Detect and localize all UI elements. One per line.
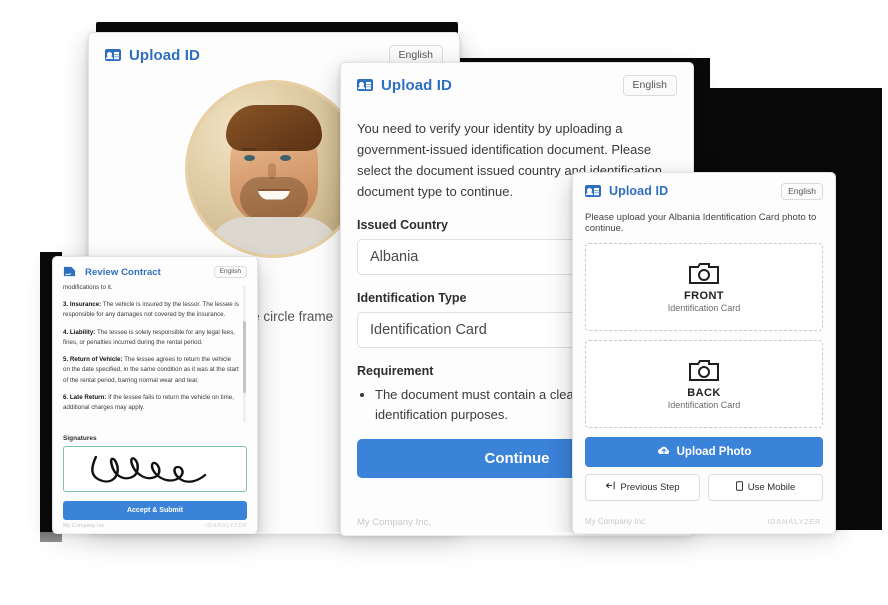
review-contract-card: Review Contract English modifications to…: [52, 256, 258, 534]
previous-step-icon: [605, 481, 616, 493]
card-body: modifications to it. 3. Insurance: The v…: [53, 283, 257, 520]
page-title: Upload ID: [129, 46, 200, 64]
card-header: Upload ID English: [341, 63, 693, 106]
accept-submit-button[interactable]: Accept & Submit: [63, 501, 247, 520]
brand: Upload ID: [357, 77, 452, 94]
mobile-phone-icon: [735, 480, 743, 494]
footer-watermark: IDANALYZER: [206, 523, 247, 529]
reflection-fade: [0, 532, 888, 605]
upload-photo-button[interactable]: Upload Photo: [585, 436, 823, 467]
dropzone-title: BACK: [687, 386, 721, 399]
page-title: Upload ID: [609, 184, 669, 199]
language-button[interactable]: English: [781, 183, 823, 200]
camera-icon: [689, 358, 719, 382]
camera-icon: [689, 261, 719, 285]
footer-company: My Company Inc.: [63, 523, 106, 529]
card-body: Please upload your Albania Identificatio…: [573, 212, 835, 501]
contract-icon: [63, 265, 77, 279]
contract-paragraph: 5. Return of Vehicle: The lessee agrees …: [63, 356, 239, 384]
reflection-strip: Signatures Accept & Submit My Company In…: [0, 532, 888, 605]
dropzone-subtitle: Identification Card: [667, 302, 741, 313]
page-title: Upload ID: [381, 76, 452, 94]
scrollbar-thumb[interactable]: [243, 321, 246, 393]
brand: Upload ID: [105, 47, 200, 64]
scrollbar[interactable]: [243, 285, 246, 423]
contract-paragraph: modifications to it.: [63, 284, 113, 291]
page-title: Review Contract: [85, 266, 161, 278]
upload-instruction: Please upload your Albania Identificatio…: [585, 211, 817, 234]
screenshot-stage: Upload ID English Scan Face: [0, 0, 888, 605]
signature-label: Signatures: [63, 435, 97, 442]
footer-watermark: IDANALYZER: [767, 517, 821, 526]
brand: Upload ID: [585, 184, 668, 198]
card-header: Review Contract English: [53, 257, 257, 283]
id-card-icon: [357, 79, 373, 92]
secondary-button-row: Previous Step Use Mobile: [585, 473, 823, 501]
dropzone-back[interactable]: BACK Identification Card: [585, 339, 823, 428]
contract-paragraph: 3. Insurance: The vehicle is insured by …: [63, 301, 239, 319]
signature-stroke: [91, 455, 207, 483]
footer-company: My Company Inc.: [357, 517, 431, 528]
signature-pad[interactable]: [63, 446, 247, 492]
use-mobile-button[interactable]: Use Mobile: [708, 473, 823, 501]
language-button[interactable]: English: [622, 75, 677, 96]
card-header: Upload ID English: [573, 173, 835, 208]
contract-paragraph: 4. Liability: The lessee is solely respo…: [63, 328, 235, 346]
contract-scroll-area[interactable]: modifications to it. 3. Insurance: The v…: [63, 283, 247, 425]
upload-photo-card: Upload ID English Please upload your Alb…: [572, 172, 836, 534]
contract-paragraph: 6. Late Return: If the lessee fails to r…: [63, 393, 234, 412]
upload-photo-label: Upload Photo: [676, 445, 752, 458]
dropzone-front[interactable]: FRONT Identification Card: [585, 242, 823, 331]
avatar: [185, 79, 363, 258]
cloud-upload-icon: [657, 445, 671, 459]
brand: Review Contract: [63, 265, 161, 279]
dropzone-title: FRONT: [684, 289, 724, 302]
id-card-icon: [105, 49, 121, 62]
footer-company: My Company Inc.: [585, 517, 648, 526]
previous-step-label: Previous Step: [620, 481, 680, 493]
language-button[interactable]: English: [213, 265, 247, 279]
use-mobile-label: Use Mobile: [747, 481, 796, 493]
previous-step-button[interactable]: Previous Step: [585, 473, 700, 501]
dropzone-subtitle: Identification Card: [667, 399, 741, 410]
id-card-icon: [585, 185, 601, 198]
